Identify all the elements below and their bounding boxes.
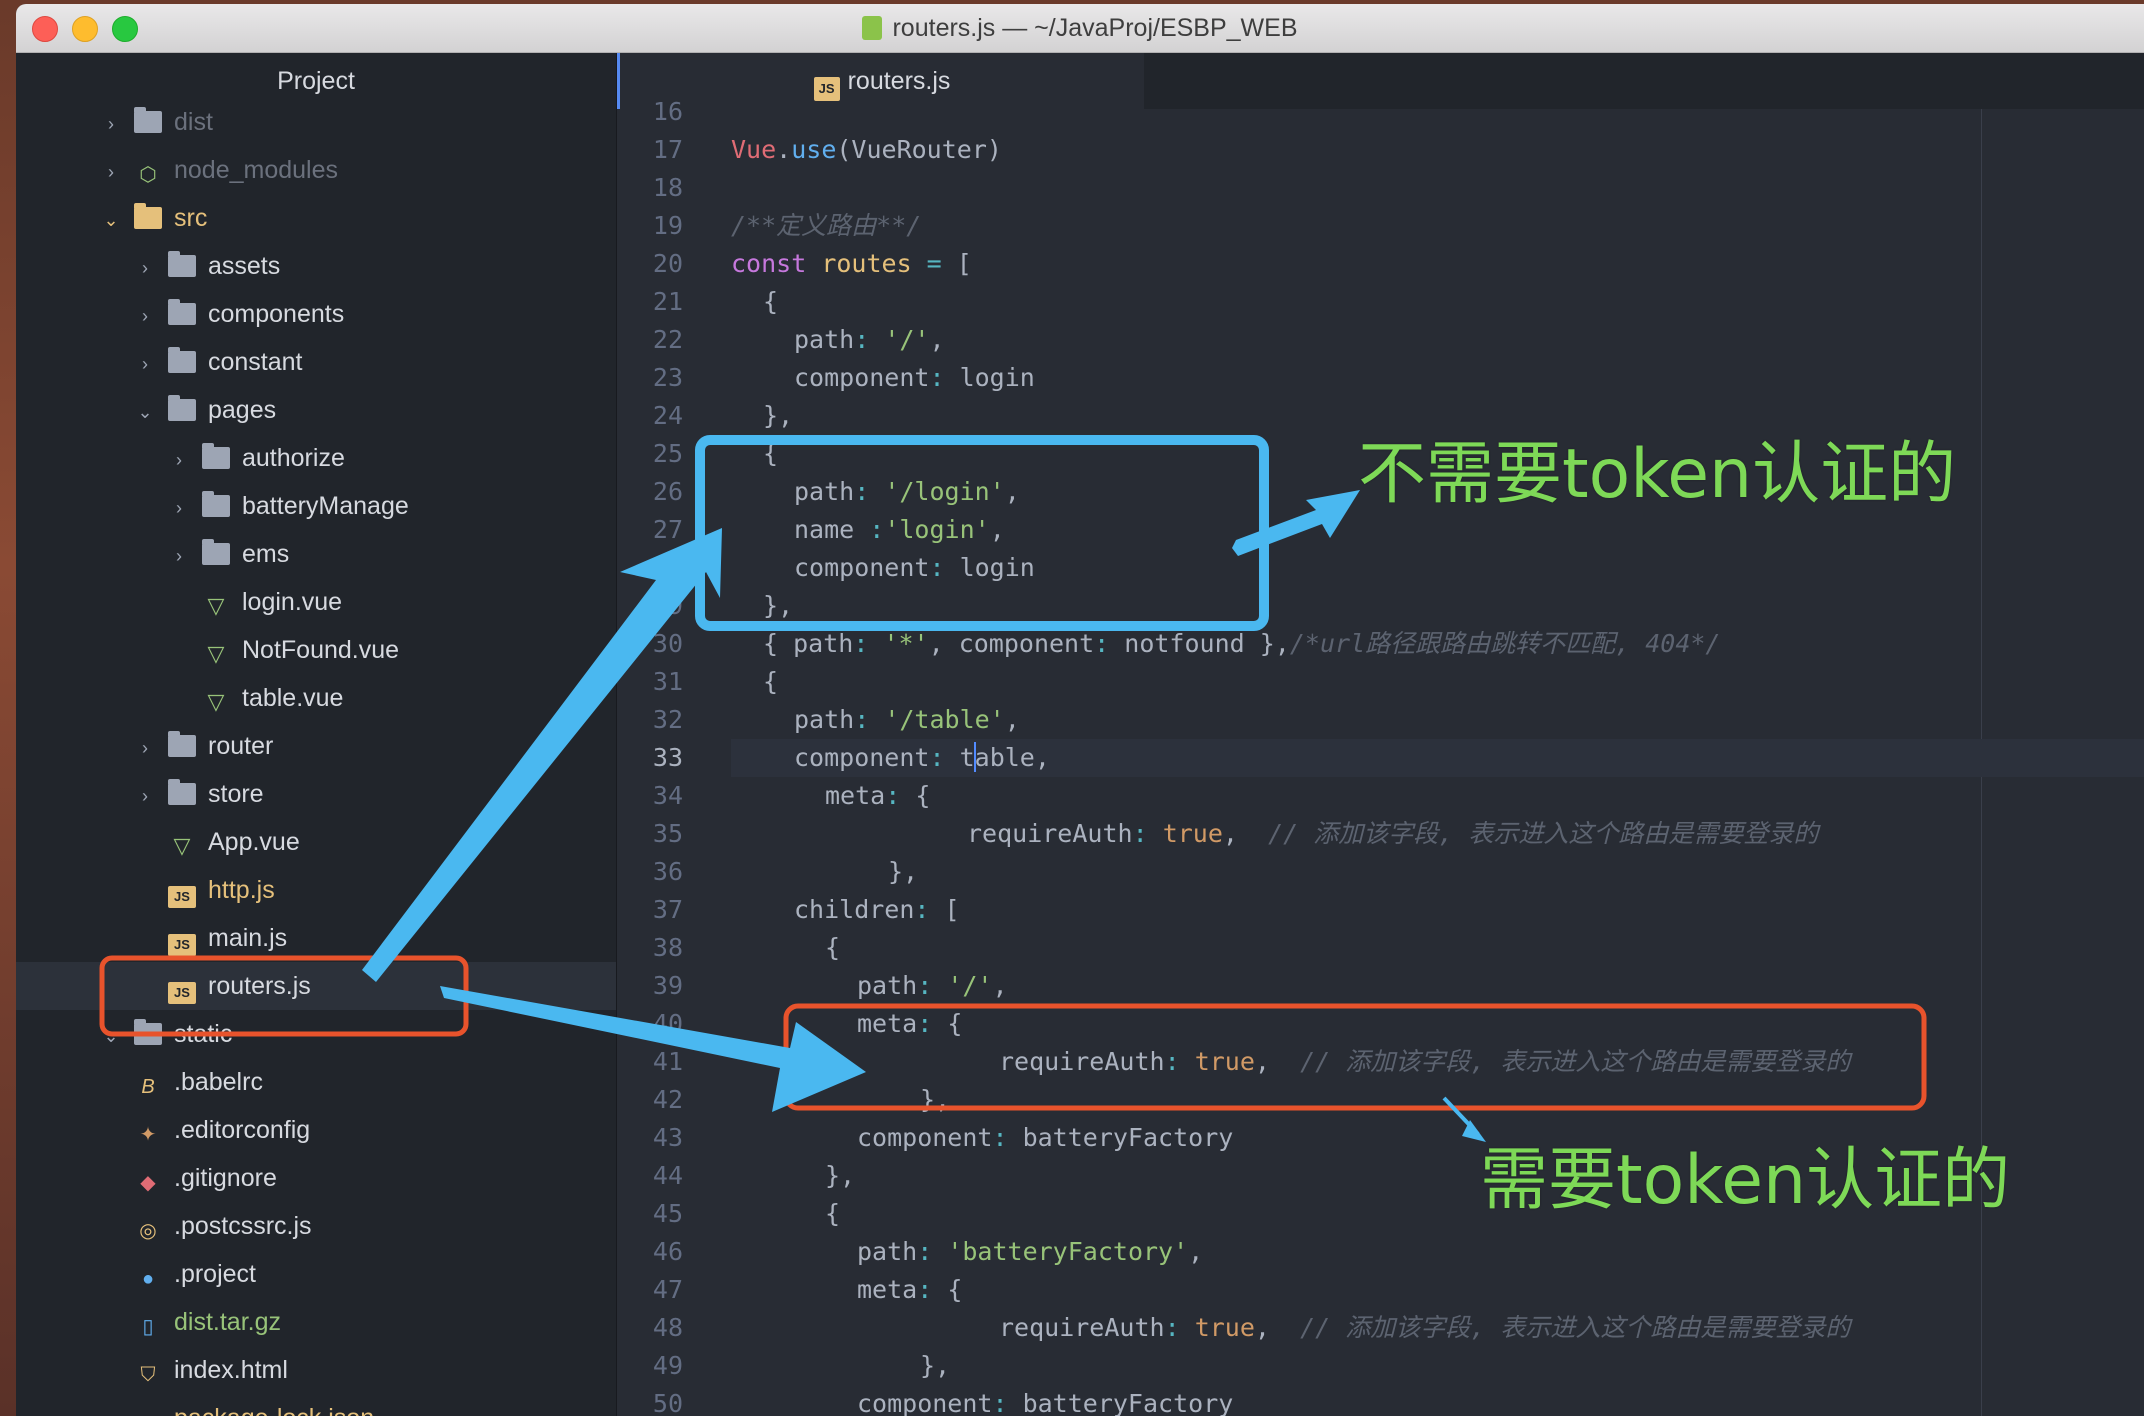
- annotation-no-token: 不需要token认证的: [1358, 435, 1957, 514]
- arrow-to-no-token-label: [1232, 490, 1360, 556]
- annotation-need-token: 需要token认证的: [1480, 1141, 2011, 1220]
- blue-highlight-box: [695, 435, 1269, 631]
- red-highlight-box-meta: [783, 1003, 1927, 1111]
- arrow-to-login-route: [362, 528, 722, 982]
- red-highlight-box-file: [99, 955, 469, 1037]
